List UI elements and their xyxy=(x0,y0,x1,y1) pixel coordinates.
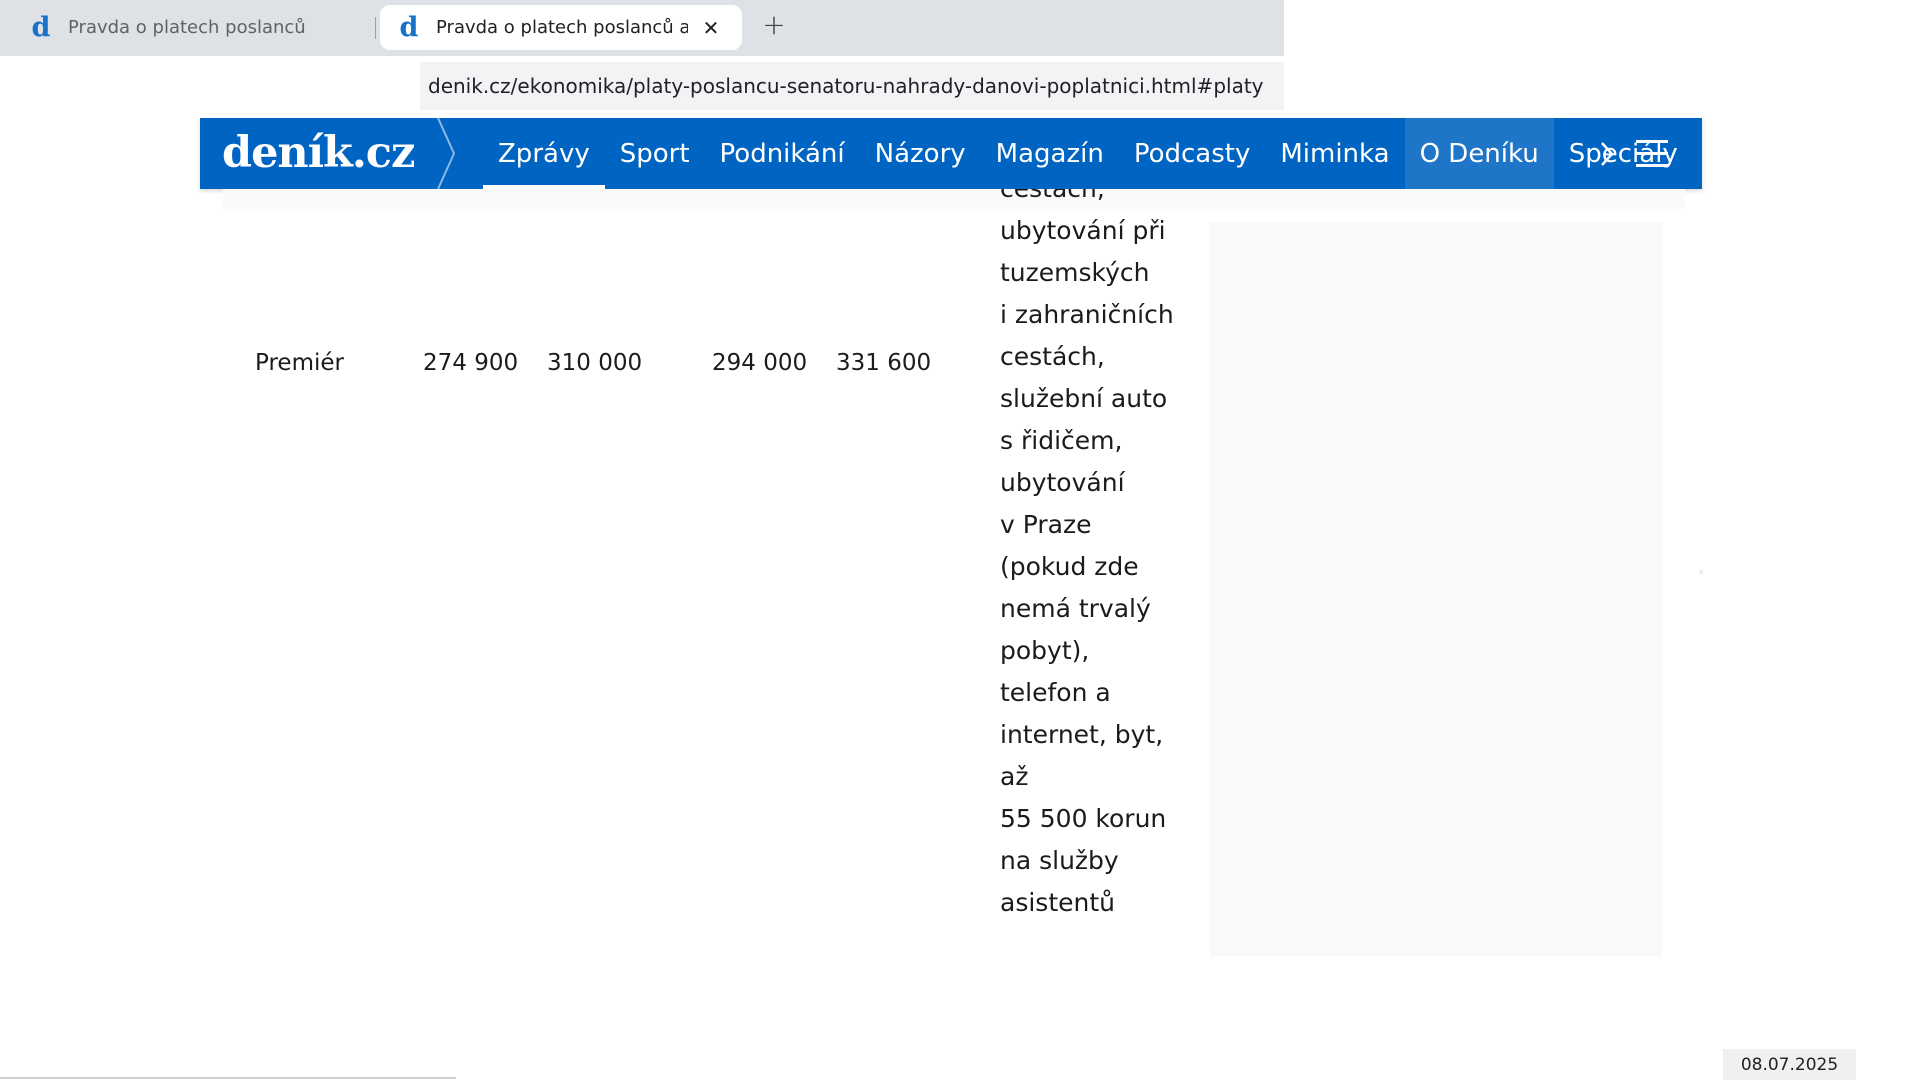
table-cell-value: 331 600 xyxy=(836,350,932,376)
table-cell-value: 274 900 xyxy=(423,350,519,376)
denik-favicon-icon: d xyxy=(399,11,419,43)
scroll-indicator-line xyxy=(0,1077,456,1079)
tab-separator xyxy=(375,17,376,39)
nav-item-zpravy[interactable]: Zprávy xyxy=(483,118,605,189)
site-nav: deník.cz Zprávy Sport Podnikání Názory M… xyxy=(200,118,1702,189)
table-cell-value: 310 000 xyxy=(547,350,643,376)
table-cell-value: 294 000 xyxy=(712,350,808,376)
benefits-line: cestách, xyxy=(1000,342,1105,371)
decorative-dot xyxy=(1699,570,1703,574)
benefits-line: tuzemských xyxy=(1000,258,1150,287)
denik-favicon-icon: d xyxy=(31,11,51,43)
table-cell-benefits: cestách, ubytování při tuzemských i zahrani… xyxy=(1000,189,1190,959)
benefits-line: (pokud zde xyxy=(1000,552,1139,581)
address-bar[interactable]: denik.cz/ekonomika/platy-poslancu-senato… xyxy=(420,62,1284,110)
nav-item-sport[interactable]: Sport xyxy=(605,118,705,189)
benefits-line: internet, byt, xyxy=(1000,720,1164,749)
nav-item-o-deniku[interactable]: O Deníku xyxy=(1404,118,1554,189)
benefits-line: až xyxy=(1000,762,1029,791)
date-badge: 08.07.2025 xyxy=(1723,1049,1856,1080)
benefits-line: telefon a xyxy=(1000,678,1111,707)
benefits-line: cestách, xyxy=(1000,189,1174,210)
nav-item-podcasty[interactable]: Podcasty xyxy=(1119,118,1266,189)
browser-tabstrip: d Pravda o platech poslanců a senátorů d… xyxy=(0,0,1284,56)
tab-title: Pravda o platech poslanců a senátorů xyxy=(436,17,688,38)
benefits-line: s řidičem, xyxy=(1000,426,1123,455)
browser-tab-inactive[interactable]: d Pravda o platech poslanců a senátorů xyxy=(12,5,376,50)
hamburger-menu-icon[interactable] xyxy=(1632,118,1672,189)
benefits-line: 55 500 korun xyxy=(1000,804,1167,833)
table-cell-position: Premiér xyxy=(255,350,344,376)
nav-item-magazin[interactable]: Magazín xyxy=(981,118,1119,189)
chevron-right-icon[interactable] xyxy=(1592,118,1622,189)
nav-item-miminka[interactable]: Miminka xyxy=(1265,118,1404,189)
nav-item-nazory[interactable]: Názory xyxy=(860,118,981,189)
benefits-line: služební auto xyxy=(1000,384,1168,413)
close-tab-icon[interactable]: ✕ xyxy=(700,17,722,39)
benefits-line: i zahraničních xyxy=(1000,300,1174,329)
benefits-line: ubytování při xyxy=(1000,216,1166,245)
logo-divider-chevron-icon xyxy=(437,118,456,189)
site-logo[interactable]: deník.cz xyxy=(222,128,415,178)
benefits-line: nemá trvalý xyxy=(1000,594,1151,623)
browser-tab-active[interactable]: d Pravda o platech poslanců a senátorů ✕ xyxy=(380,5,742,50)
nav-item-podnikani[interactable]: Podnikání xyxy=(705,118,860,189)
benefits-line: ubytování xyxy=(1000,468,1125,497)
address-bar-url: denik.cz/ekonomika/platy-poslancu-senato… xyxy=(428,74,1264,98)
nav-items: Zprávy Sport Podnikání Názory Magazín Po… xyxy=(483,118,1693,189)
tab-title: Pravda o platech poslanců a senátorů xyxy=(68,17,308,38)
content-card-top xyxy=(223,189,1685,209)
date-text: 08.07.2025 xyxy=(1740,1054,1839,1075)
benefits-line: v Praze xyxy=(1000,510,1092,539)
benefits-line: asistentů xyxy=(1000,888,1115,917)
ad-placeholder xyxy=(1210,222,1662,956)
new-tab-icon[interactable]: + xyxy=(760,11,788,39)
benefits-line: pobyt), xyxy=(1000,636,1090,665)
benefits-line: na služby xyxy=(1000,846,1119,875)
